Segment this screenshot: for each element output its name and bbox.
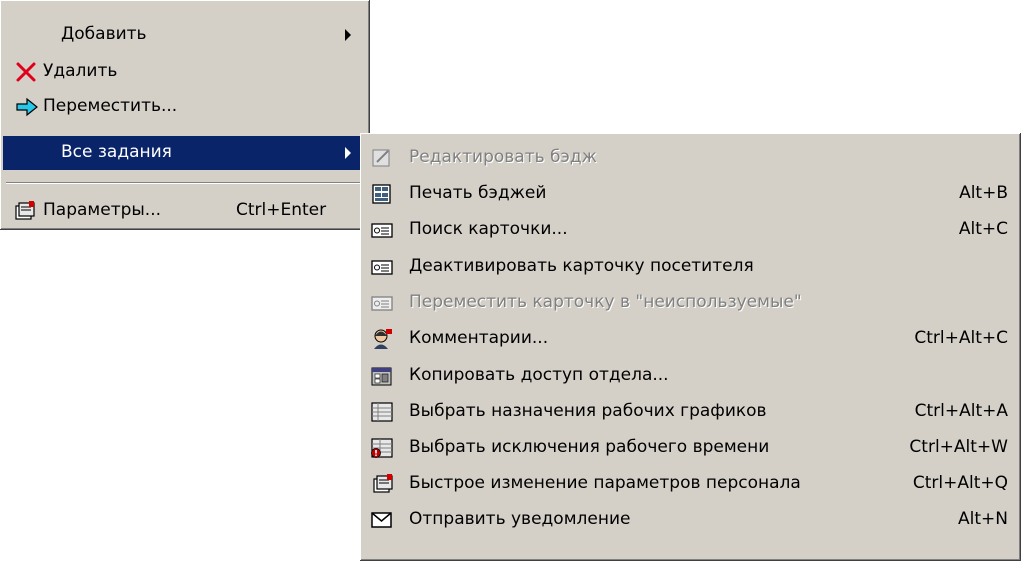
schedule-grid-icon [371,401,393,423]
submenu-item-send-notification[interactable]: Отправить уведомление Alt+N [363,503,1018,537]
person-comment-icon [371,328,393,350]
menu-item-move[interactable]: Переместить... [3,90,367,124]
schedule-exception-icon [371,437,393,459]
menu-item-label: Все задания [61,142,172,162]
submenu-item-shortcut: Ctrl+Alt+A [914,401,1008,421]
submenu-item-label: Редактировать бэдж [409,147,597,167]
submenu-item-label: Отправить уведомление [409,509,631,529]
submenu-item-label: Поиск карточки... [409,219,568,239]
submenu-item-edit-badge[interactable]: Редактировать бэдж [363,141,1018,175]
card-icon [371,256,393,278]
menu-item-parameters[interactable]: Параметры... Ctrl+Enter [3,194,367,228]
submenu-item-label: Деактивировать карточку посетителя [409,256,754,276]
menu-item-label: Удалить [43,61,118,81]
submenu-item-label: Выбрать исключения рабочего времени [409,437,770,457]
properties-icon [13,200,35,222]
submenu-item-shortcut: Ctrl+Alt+Q [912,473,1008,493]
menu-item-shortcut: Ctrl+Enter [236,200,327,220]
menu-separator [6,182,364,184]
submenu-item-move-card-unused[interactable]: Переместить карточку в "неиспользуемые" [363,286,1018,320]
submenu-item-label: Комментарии... [409,328,549,348]
submenu-item-label: Выбрать назначения рабочих графиков [409,401,767,421]
submenu-item-comments[interactable]: Комментарии... Ctrl+Alt+C [363,322,1018,356]
card-icon [371,219,393,241]
submenu-item-label: Переместить карточку в "неиспользуемые" [409,292,802,312]
copy-access-icon [371,365,393,387]
print-badges-icon [371,183,393,205]
submenu-item-shortcut: Ctrl+Alt+C [914,328,1008,348]
submenu-item-label: Печать бэджей [409,183,547,203]
menu-item-delete[interactable]: Удалить [3,55,367,89]
menu-item-label: Переместить... [43,96,178,116]
submenu-arrow-icon [345,29,351,41]
submenu-all-tasks: Редактировать бэдж Печать бэджей Alt+B П… [360,133,1021,561]
submenu-item-label: Копировать доступ отдела... [409,365,669,385]
edit-badge-icon [371,147,393,169]
move-arrow-icon [15,96,38,118]
card-icon [371,292,393,314]
menu-item-label: Параметры... [43,200,162,220]
envelope-icon [371,509,393,531]
submenu-item-quick-personnel-params[interactable]: Быстрое изменение параметров персонала C… [363,467,1018,501]
submenu-item-search-card[interactable]: Поиск карточки... Alt+C [363,213,1018,247]
menu-item-all-tasks[interactable]: Все задания [3,136,367,170]
submenu-item-shortcut: Ctrl+Alt+W [909,437,1008,457]
submenu-item-shortcut: Alt+B [959,183,1008,203]
delete-x-icon [15,61,37,83]
submenu-item-select-schedule-assignments[interactable]: Выбрать назначения рабочих графиков Ctrl… [363,395,1018,429]
menu-item-add[interactable]: Добавить [3,18,367,52]
submenu-item-copy-department-access[interactable]: Копировать доступ отдела... [363,359,1018,393]
submenu-item-select-work-time-exceptions[interactable]: Выбрать исключения рабочего времени Ctrl… [363,431,1018,465]
submenu-item-deactivate-card[interactable]: Деактивировать карточку посетителя [363,250,1018,284]
submenu-arrow-icon [345,147,351,159]
menu-item-label: Добавить [61,24,147,44]
properties-icon [371,473,393,495]
submenu-item-label: Быстрое изменение параметров персонала [409,473,801,493]
submenu-item-print-badges[interactable]: Печать бэджей Alt+B [363,177,1018,211]
submenu-item-shortcut: Alt+N [958,509,1008,529]
submenu-item-shortcut: Alt+C [958,219,1008,239]
context-menu: Добавить Удалить Переместить... Все зада… [0,0,370,230]
